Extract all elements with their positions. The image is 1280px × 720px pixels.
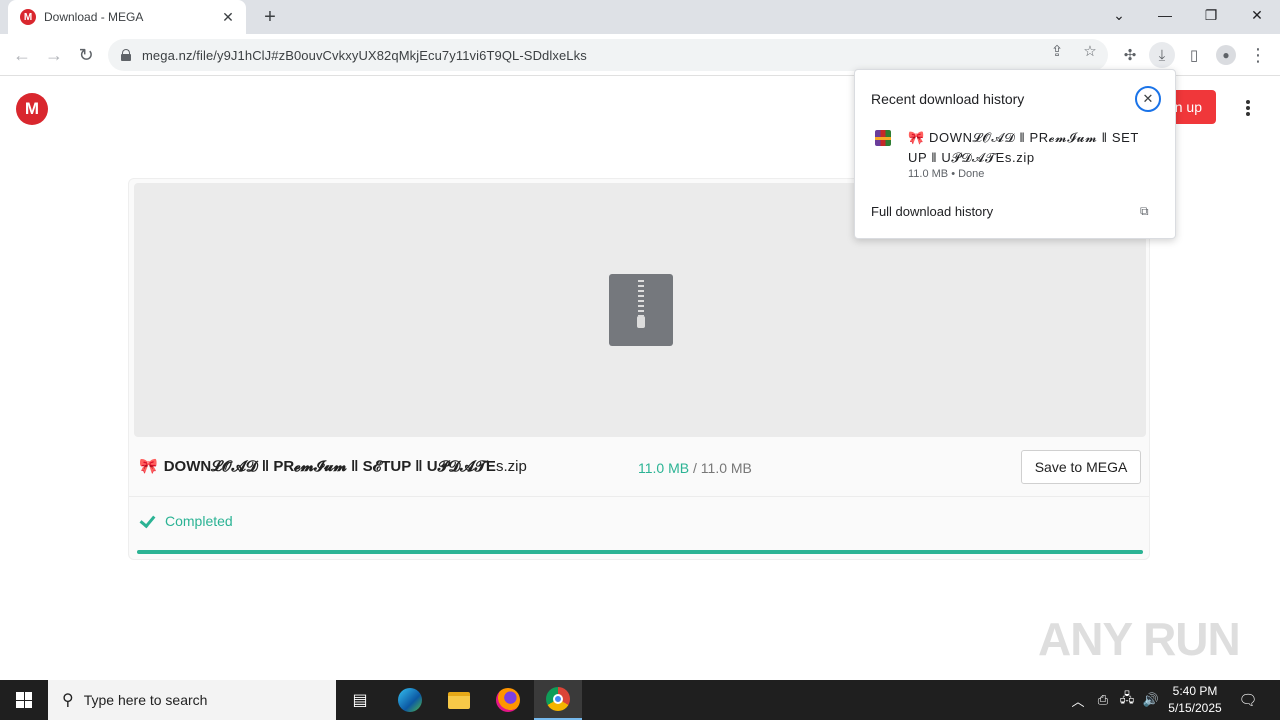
tab-title: Download - MEGA xyxy=(44,10,144,24)
ribbon-icon: 🎀 xyxy=(139,458,158,475)
taskbar-clock[interactable]: 5:40 PM 5/15/2025 xyxy=(1160,683,1230,717)
search-placeholder: Type here to search xyxy=(83,692,208,708)
url-text: mega.nz/file/y9J1hClJ#zB0ouvCvkxyUX82qMk… xyxy=(142,47,587,63)
tab-search-chevron-icon[interactable]: ⌄ xyxy=(1096,0,1142,30)
file-explorer-icon[interactable] xyxy=(435,680,483,720)
notifications-icon[interactable]: 🗨 xyxy=(1236,680,1260,720)
tray-chevron-icon[interactable]: ︿ xyxy=(1068,680,1088,720)
mega-favicon-icon: M xyxy=(20,9,36,25)
download-item-meta: 11.0 MB • Done xyxy=(908,168,985,180)
file-name: 🎀 DOWN𝓛𝓞𝓐𝓓 ‖ PR𝓮𝓶𝓘𝓾𝓶 ‖ S𝓔TUP ‖ U𝓟𝓓𝓐𝓣Es.zi… xyxy=(139,457,527,475)
address-bar[interactable]: mega.nz/file/y9J1hClJ#zB0ouvCvkxyUX82qMk… xyxy=(108,39,1108,71)
checkmark-icon xyxy=(139,513,155,529)
bookmark-star-icon[interactable]: ☆ xyxy=(1081,42,1099,60)
windows-logo-icon xyxy=(16,692,32,708)
file-extension: s.zip xyxy=(495,458,527,475)
file-name-text: DOWN𝓛𝓞𝓐𝓓 ‖ PR𝓮𝓶𝓘𝓾𝓶 ‖ S𝓔TUP ‖ U𝓟𝓓𝓐𝓣E xyxy=(163,458,496,475)
zip-file-icon xyxy=(609,274,673,346)
download-item-name[interactable]: 🎀 DOWN𝓛𝓞𝓐𝓓 ‖ PR𝓮𝓶𝓘𝓾𝓶 ‖ SET UP ‖ U𝓟𝓓𝓐𝓣Es.… xyxy=(908,128,1158,168)
profile-avatar-icon[interactable]: ● xyxy=(1213,42,1239,68)
close-window-button[interactable]: ✕ xyxy=(1234,0,1280,30)
tray-device-icon[interactable]: ⎙ xyxy=(1093,680,1113,720)
anyrun-watermark: ANY RUN xyxy=(1038,613,1241,665)
file-size: 11.0 MB / 11.0 MB xyxy=(638,460,752,476)
restore-button[interactable]: ❐ xyxy=(1188,0,1234,30)
status-text: Completed xyxy=(165,513,233,529)
chrome-taskbar-icon[interactable] xyxy=(534,680,582,720)
download-status: Completed xyxy=(139,513,233,529)
save-to-mega-button[interactable]: Save to MEGA xyxy=(1021,450,1141,484)
tab-close-icon[interactable]: ✕ xyxy=(220,9,236,26)
downloads-icon[interactable]: ⤓ xyxy=(1149,42,1175,68)
full-download-history-link[interactable]: Full download history xyxy=(871,204,993,219)
clock-time: 5:40 PM xyxy=(1172,684,1218,698)
minimize-button[interactable]: — xyxy=(1142,0,1188,30)
winrar-file-icon xyxy=(875,130,891,146)
downloaded-size: 11.0 MB xyxy=(638,460,690,476)
taskbar-search[interactable]: ⚲ Type here to search xyxy=(48,680,336,720)
lock-icon[interactable] xyxy=(120,49,132,61)
total-size: 11.0 MB xyxy=(700,460,752,476)
windows-taskbar: ⚲ Type here to search ▤ ︿ ⎙ 🖧 🔊 5:40 PM … xyxy=(0,680,1280,720)
forward-button[interactable]: → xyxy=(41,42,67,68)
file-info-bar: 🎀 DOWN𝓛𝓞𝓐𝓓 ‖ PR𝓮𝓶𝓘𝓾𝓶 ‖ S𝓔TUP ‖ U𝓟𝓓𝓐𝓣Es.zi… xyxy=(129,441,1149,497)
volume-icon[interactable]: 🔊 xyxy=(1141,680,1161,720)
tab-strip: M Download - MEGA ✕ + ⌄ — ❐ ✕ xyxy=(0,0,1280,34)
chrome-menu-icon[interactable]: ⋮ xyxy=(1245,42,1271,68)
search-icon: ⚲ xyxy=(62,692,74,709)
mega-logo[interactable]: M xyxy=(16,93,48,125)
popup-close-button[interactable]: ✕ xyxy=(1135,86,1161,112)
extensions-puzzle-icon[interactable]: ✣ xyxy=(1117,42,1143,68)
progress-fill xyxy=(137,550,1143,554)
browser-tab[interactable]: M Download - MEGA ✕ xyxy=(8,0,246,34)
back-button[interactable]: ← xyxy=(9,42,35,68)
open-external-icon[interactable]: ⧉ xyxy=(1140,204,1154,218)
size-separator: / xyxy=(689,460,701,476)
start-button[interactable] xyxy=(0,680,48,720)
new-tab-button[interactable]: + xyxy=(256,4,284,30)
clock-date: 5/15/2025 xyxy=(1168,701,1222,715)
download-progress-bar xyxy=(137,550,1143,554)
share-icon[interactable]: ⇪ xyxy=(1048,42,1066,60)
side-panel-icon[interactable]: ▯ xyxy=(1181,42,1207,68)
edge-icon[interactable] xyxy=(386,680,434,720)
popup-title: Recent download history xyxy=(871,91,1025,107)
network-icon[interactable]: 🖧 xyxy=(1117,680,1137,720)
firefox-icon[interactable] xyxy=(484,680,532,720)
download-history-popup: Recent download history ✕ 🎀 DOWN𝓛𝓞𝓐𝓓 ‖ P… xyxy=(854,69,1176,239)
reload-button[interactable]: ↻ xyxy=(73,42,99,68)
page-menu-icon[interactable] xyxy=(1238,98,1258,118)
task-view-icon[interactable]: ▤ xyxy=(336,680,384,720)
